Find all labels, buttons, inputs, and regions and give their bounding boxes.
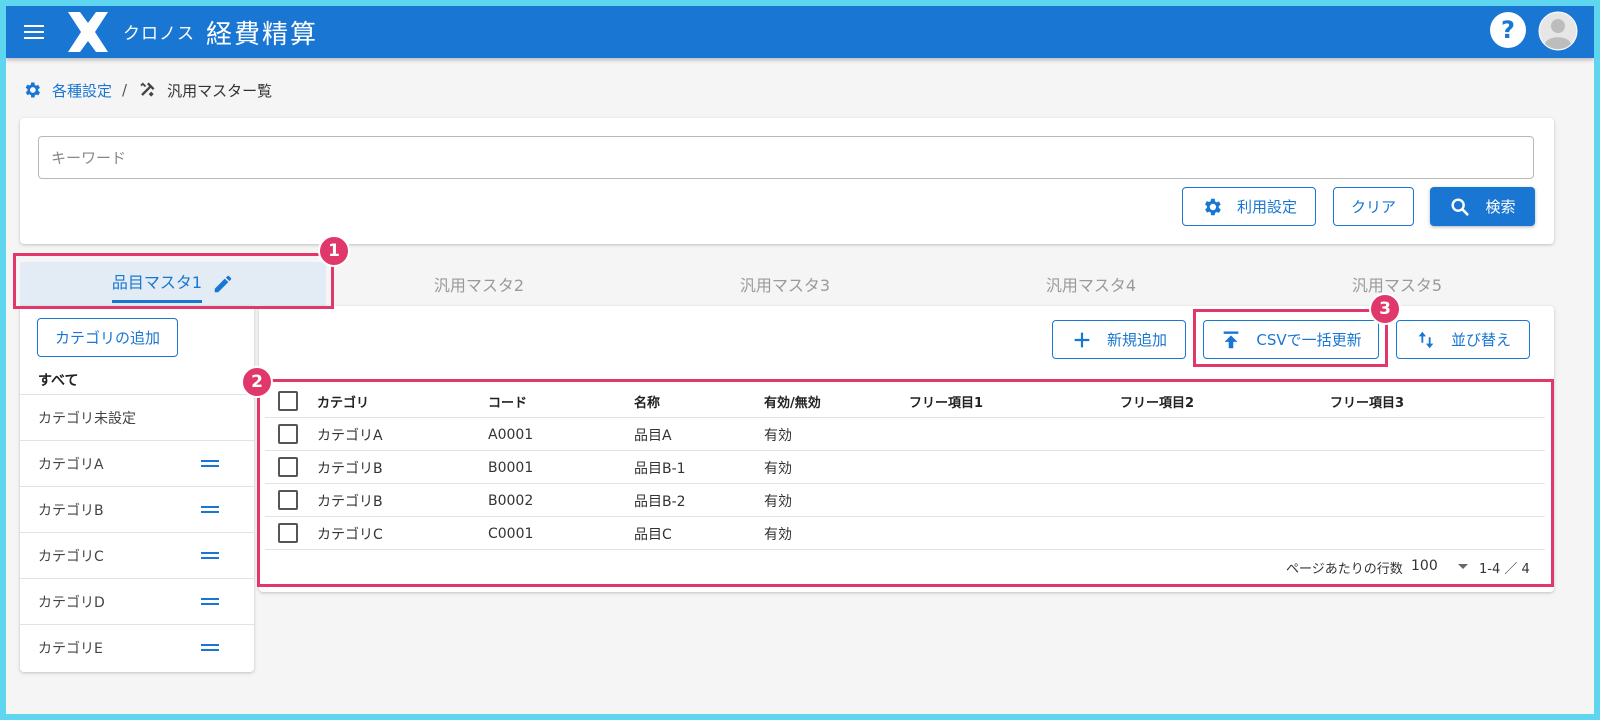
add-new-label: 新規追加 (1106, 331, 1167, 349)
search-label: 検索 (1485, 198, 1516, 216)
category-item-a[interactable]: カテゴリA (20, 440, 254, 486)
sort-arrows-icon (1418, 331, 1434, 348)
drag-handle-icon[interactable] (201, 552, 219, 560)
breadcrumb-current: 汎用マスター覧 (167, 81, 273, 100)
gear-icon (1205, 198, 1221, 215)
app-header: クロノス 経費精算 ? (6, 6, 1594, 58)
search-button[interactable]: 検索 (1430, 187, 1535, 226)
breadcrumb-settings-link[interactable]: 各種設定 (52, 80, 112, 101)
annotation-badge-1: 1 (318, 235, 350, 267)
category-item-e[interactable]: カテゴリE (20, 624, 254, 670)
add-category-button[interactable]: カテゴリの追加 (37, 318, 178, 357)
chronos-logo-icon (68, 12, 108, 52)
tab-master-4[interactable]: 汎用マスタ4 (938, 262, 1244, 306)
category-label: カテゴリC (38, 548, 104, 565)
category-item-b[interactable]: カテゴリB (20, 486, 254, 532)
annotation-box-2 (257, 379, 1554, 587)
app-frame: クロノス 経費精算 ? 各種設定 / 汎用マスター覧 利用設定 (6, 6, 1594, 714)
category-label: カテゴリ未設定 (38, 410, 136, 427)
annotation-badge-2: 2 (241, 366, 273, 398)
tab-master-2[interactable]: 汎用マスタ2 (326, 262, 632, 306)
tab-label: 汎用マスタ4 (1045, 276, 1137, 295)
clear-button[interactable]: クリア (1333, 187, 1414, 226)
tab-label: 汎用マスタ2 (433, 276, 525, 295)
add-category-label: カテゴリの追加 (54, 329, 160, 347)
annotation-box-3 (1193, 309, 1388, 367)
tools-icon (140, 82, 155, 97)
app-title: 経費精算 (206, 20, 319, 50)
category-item-unset[interactable]: カテゴリ未設定 (20, 394, 254, 440)
category-label: カテゴリE (38, 640, 103, 657)
sort-label: 並び替え (1450, 331, 1511, 349)
usage-settings-label: 利用設定 (1236, 198, 1297, 216)
category-label: カテゴリD (38, 594, 105, 611)
plus-icon (1074, 332, 1090, 347)
tab-label: 汎用マスタ3 (739, 276, 831, 295)
annotation-badge-3: 3 (1369, 293, 1401, 325)
category-item-c[interactable]: カテゴリC (20, 532, 254, 578)
breadcrumb-separator: / (122, 81, 128, 99)
menu-icon[interactable] (20, 19, 50, 45)
category-label: カテゴリA (38, 456, 104, 473)
category-label: カテゴリB (38, 502, 104, 519)
tab-label: 汎用マスタ5 (1351, 276, 1443, 295)
category-item-d[interactable]: カテゴリD (20, 578, 254, 624)
help-icon[interactable]: ? (1489, 11, 1527, 49)
search-card: 利用設定 クリア 検索 (20, 118, 1554, 244)
category-panel: カテゴリの追加 すべて カテゴリ未設定 カテゴリA カテゴリB カテゴリC カテ… (20, 306, 254, 672)
drag-handle-icon[interactable] (201, 460, 219, 468)
drag-handle-icon[interactable] (201, 644, 219, 652)
add-new-button[interactable]: 新規追加 (1052, 320, 1186, 359)
annotation-box-1 (13, 253, 334, 309)
breadcrumb: 各種設定 / 汎用マスター覧 (22, 78, 272, 102)
gear-icon (25, 82, 40, 98)
search-icon (1451, 197, 1470, 216)
sort-button[interactable]: 並び替え (1396, 320, 1530, 359)
category-all[interactable]: すべて (38, 370, 78, 390)
drag-handle-icon[interactable] (201, 506, 219, 514)
app-brand: クロノス (123, 24, 195, 44)
tab-master-3[interactable]: 汎用マスタ3 (632, 262, 938, 306)
svg-text:?: ? (1501, 16, 1515, 44)
user-avatar-icon[interactable] (1538, 11, 1578, 51)
drag-handle-icon[interactable] (201, 598, 219, 606)
usage-settings-button[interactable]: 利用設定 (1182, 187, 1316, 226)
keyword-input[interactable] (38, 136, 1534, 179)
clear-label: クリア (1350, 198, 1396, 216)
